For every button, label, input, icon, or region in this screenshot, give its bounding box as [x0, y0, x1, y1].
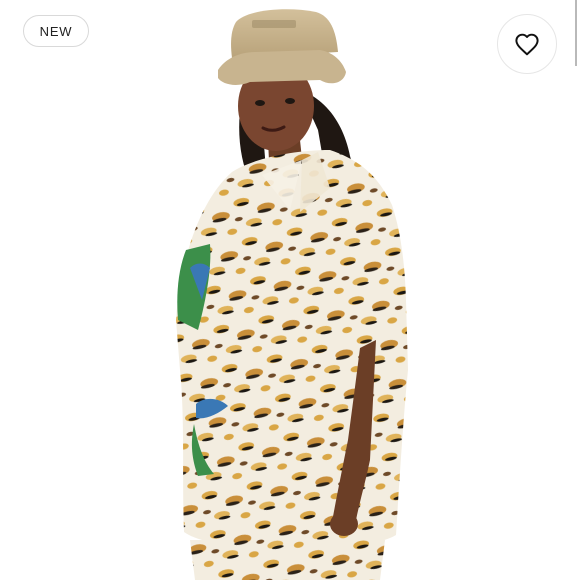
scrollbar-edge	[575, 0, 577, 66]
heart-icon	[515, 33, 539, 56]
new-badge-label: NEW	[39, 23, 73, 39]
hat-brim	[218, 50, 346, 85]
like-button[interactable]	[497, 14, 557, 74]
hat-logo-embroidery	[252, 20, 296, 28]
product-photo[interactable]	[0, 0, 580, 580]
listing-image-card: NEW	[0, 0, 580, 580]
new-badge: NEW	[23, 15, 89, 47]
hand	[330, 512, 358, 536]
